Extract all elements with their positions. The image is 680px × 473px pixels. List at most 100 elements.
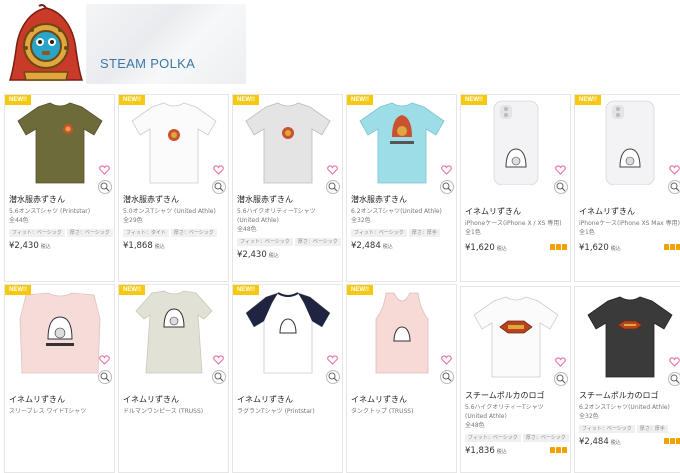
new-badge: NEW!! xyxy=(233,95,259,105)
fit-tag: フィット：ベーシック xyxy=(9,229,65,237)
heart-icon[interactable] xyxy=(327,355,338,365)
product-card[interactable]: スチームポルカのロゴ 6.2オンスTシャツ(United Athle) 全32色… xyxy=(574,286,680,473)
product-desc: 5.6オンスTシャツ (Printstar) xyxy=(9,208,91,215)
new-badge: NEW!! xyxy=(233,285,259,295)
tax-label: 税込 xyxy=(40,244,51,250)
price: ¥1,836 xyxy=(465,446,495,456)
product-image[interactable] xyxy=(236,99,340,185)
product-image[interactable] xyxy=(122,289,226,375)
thickness-tag: 厚さ：ベーシック xyxy=(66,229,113,237)
new-badge: NEW!! xyxy=(119,285,145,295)
product-title[interactable]: イネムリずきん xyxy=(465,207,567,217)
product-image[interactable] xyxy=(578,293,680,379)
product-card[interactable]: NEW!! イネムリずきん iPhoneケース(iPhone X / XS 専用… xyxy=(460,94,571,282)
product-image[interactable] xyxy=(350,289,454,375)
product-desc: 5.0オンスTシャツ (United Athle) xyxy=(123,208,216,215)
heart-icon[interactable] xyxy=(441,165,452,175)
heart-icon[interactable] xyxy=(669,357,680,367)
product-card[interactable]: スチームポルカのロゴ 5.6ハイクオリティーTシャツ (United Athle… xyxy=(460,286,571,473)
price: ¥2,430 xyxy=(9,241,39,251)
product-card[interactable]: NEW!! イネムリずきん ドルマンワンピース (TRUSS) xyxy=(118,284,229,473)
new-badge: NEW!! xyxy=(347,95,373,105)
zoom-icon[interactable] xyxy=(326,180,340,194)
product-title[interactable]: 潜水服赤ずきん xyxy=(237,195,339,205)
product-card[interactable]: NEW!! イネムリずきん iPhoneケース(iPhone XS Max 専用… xyxy=(574,94,680,282)
product-desc: タンクトップ (TRUSS) xyxy=(351,408,414,415)
product-desc: 5.6ハイクオリティーTシャツ (United Athle) xyxy=(237,208,316,224)
product-image[interactable] xyxy=(464,99,568,185)
product-card[interactable]: NEW!! イネムリずきん スリーブレス ワイドTシャツ xyxy=(4,284,115,473)
new-badge: NEW!! xyxy=(5,95,31,105)
heart-icon[interactable] xyxy=(327,165,338,175)
product-title[interactable]: イネムリずきん xyxy=(579,207,680,217)
product-image[interactable] xyxy=(236,289,340,375)
color-count: 全48色 xyxy=(237,226,257,233)
zoom-icon[interactable] xyxy=(668,372,680,386)
price: ¥2,430 xyxy=(237,250,267,260)
heart-icon[interactable] xyxy=(555,357,566,367)
crown-icon xyxy=(664,244,680,250)
thickness-tag: 厚さ：ベーシック xyxy=(170,229,217,237)
color-count: 全32色 xyxy=(579,413,599,420)
product-desc: ラグランTシャツ (Printstar) xyxy=(237,408,315,415)
price: ¥2,484 xyxy=(579,437,609,447)
heart-icon[interactable] xyxy=(213,355,224,365)
zoom-icon[interactable] xyxy=(440,370,454,384)
thickness-tag: 厚さ：厚手 xyxy=(636,425,668,433)
product-desc: 5.6ハイクオリティーTシャツ (United Athle) xyxy=(465,404,544,420)
zoom-icon[interactable] xyxy=(98,180,112,194)
product-title[interactable]: スチームポルカのロゴ xyxy=(465,391,567,401)
product-card[interactable]: NEW!! 潜水服赤ずきん 5.6オンスTシャツ (Printstar) 全44… xyxy=(4,94,115,282)
color-count: 全48色 xyxy=(465,422,485,429)
product-title[interactable]: 潜水服赤ずきん xyxy=(351,195,453,205)
product-title[interactable]: イネムリずきん xyxy=(351,395,453,405)
crown-icon xyxy=(550,244,567,250)
product-card[interactable]: NEW!! イネムリずきん ラグランTシャツ (Printstar) xyxy=(232,284,343,473)
fit-tag: フィット：ベーシック xyxy=(579,425,635,433)
color-count: 全29色 xyxy=(123,217,143,224)
thickness-tag: 厚さ：ベーシック xyxy=(294,238,341,246)
product-image[interactable] xyxy=(578,99,680,185)
zoom-icon[interactable] xyxy=(98,370,112,384)
new-badge: NEW!! xyxy=(5,285,31,295)
product-title[interactable]: 潜水服赤ずきん xyxy=(123,195,225,205)
price: ¥1,868 xyxy=(123,241,153,251)
product-card[interactable]: NEW!! 潜水服赤ずきん 5.6ハイクオリティーTシャツ (United At… xyxy=(232,94,343,282)
heart-icon[interactable] xyxy=(99,355,110,365)
product-image[interactable] xyxy=(8,99,112,185)
tax-label: 税込 xyxy=(610,246,621,252)
heart-icon[interactable] xyxy=(99,165,110,175)
product-title[interactable]: イネムリずきん xyxy=(123,395,225,405)
product-image[interactable] xyxy=(350,99,454,185)
shop-name[interactable]: STEAM POLKA xyxy=(100,56,195,71)
zoom-icon[interactable] xyxy=(212,370,226,384)
heart-icon[interactable] xyxy=(213,165,224,175)
product-card[interactable]: NEW!! イネムリずきん タンクトップ (TRUSS) xyxy=(346,284,457,473)
zoom-icon[interactable] xyxy=(668,180,680,194)
product-image[interactable] xyxy=(464,293,568,379)
zoom-icon[interactable] xyxy=(554,372,568,386)
product-desc: iPhoneケース(iPhone X / XS 専用) xyxy=(465,220,562,227)
tax-label: 税込 xyxy=(496,449,507,455)
zoom-icon[interactable] xyxy=(440,180,454,194)
product-desc: 6.2オンスTシャツ(United Athle) xyxy=(351,208,442,215)
product-title[interactable]: イネムリずきん xyxy=(237,395,339,405)
price: ¥1,620 xyxy=(579,243,609,253)
zoom-icon[interactable] xyxy=(554,180,568,194)
product-card[interactable]: NEW!! 潜水服赤ずきん 5.0オンスTシャツ (United Athle) … xyxy=(118,94,229,282)
product-image[interactable] xyxy=(8,289,112,375)
heart-icon[interactable] xyxy=(669,165,680,175)
product-desc: 6.2オンスTシャツ(United Athle) xyxy=(579,404,670,411)
product-title[interactable]: スチームポルカのロゴ xyxy=(579,391,680,401)
zoom-icon[interactable] xyxy=(212,180,226,194)
product-card[interactable]: NEW!! 潜水服赤ずきん 6.2オンスTシャツ(United Athle) 全… xyxy=(346,94,457,282)
zoom-icon[interactable] xyxy=(326,370,340,384)
heart-icon[interactable] xyxy=(441,355,452,365)
color-count: 全1色 xyxy=(465,229,481,236)
product-title[interactable]: 潜水服赤ずきん xyxy=(9,195,111,205)
heart-icon[interactable] xyxy=(555,165,566,175)
shop-logo[interactable] xyxy=(6,3,86,84)
product-image[interactable] xyxy=(122,99,226,185)
product-title[interactable]: イネムリずきん xyxy=(9,395,111,405)
fit-tag: フィット：ベーシック xyxy=(237,238,293,246)
